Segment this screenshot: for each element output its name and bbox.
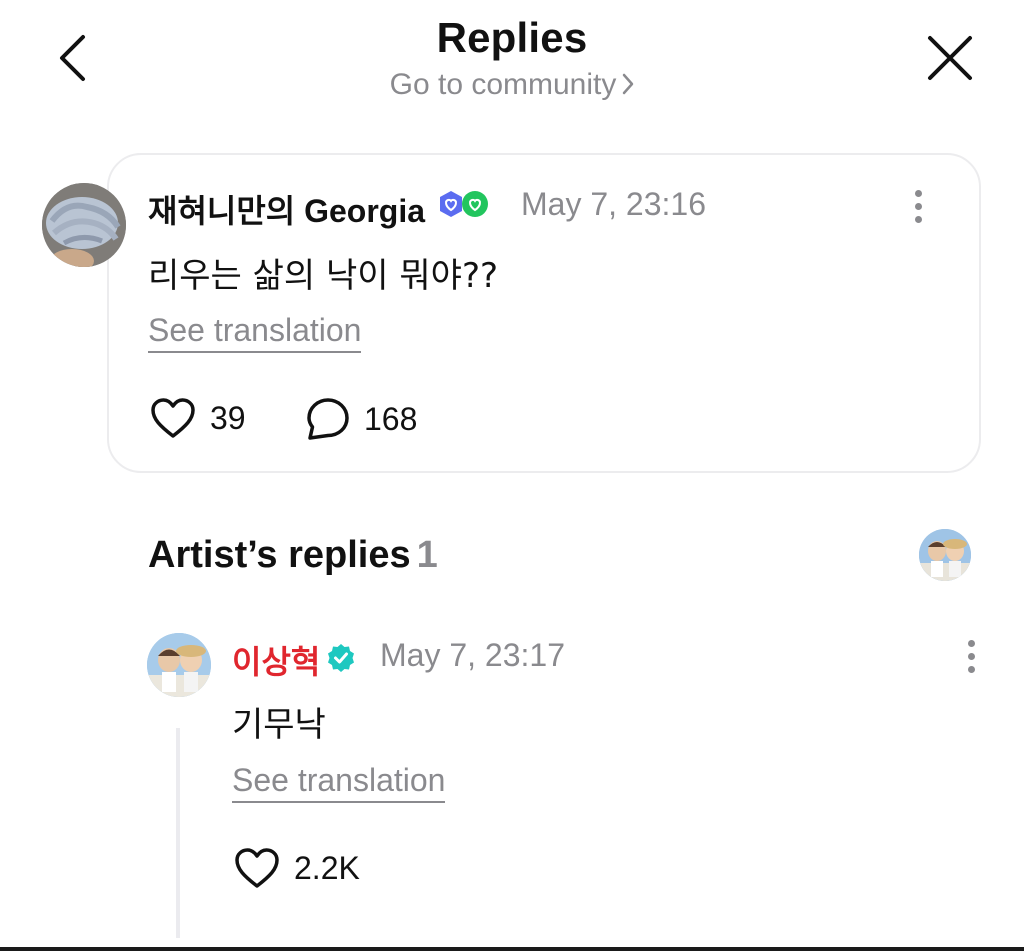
heart-badge-icon (462, 191, 488, 217)
post-body: 리우는 삶의 낙이 뭐야?? (148, 256, 499, 296)
comment-icon (307, 398, 349, 440)
reply-body: 기무낙 (232, 705, 326, 745)
membership-badges (437, 190, 489, 218)
page-title: Replies (436, 14, 588, 61)
close-button[interactable] (922, 30, 978, 86)
post-timestamp: May 7, 23:16 (521, 186, 706, 222)
artist-name[interactable]: 이상혁 (232, 637, 320, 683)
go-to-community-link[interactable]: Go to community (0, 68, 1024, 103)
community-link-label: Go to community (389, 68, 617, 101)
avatar-photo (42, 183, 126, 267)
artist-replies-count: 1 (416, 534, 438, 576)
post-author-avatar[interactable] (42, 183, 126, 267)
header: Replies Go to community (0, 0, 1024, 120)
avatar-photo (147, 633, 211, 697)
post-see-translation-link[interactable]: See translation (148, 312, 362, 353)
reply-more-options-button[interactable] (959, 634, 983, 678)
post-comment-button[interactable]: 168 (306, 397, 417, 441)
post-comment-count: 168 (364, 400, 418, 437)
post-like-button[interactable]: 39 (150, 397, 246, 439)
artist-avatar[interactable] (147, 633, 211, 697)
post-like-count: 39 (210, 399, 246, 436)
reply-like-count: 2.2K (294, 849, 360, 886)
verified-badge-icon (328, 644, 354, 672)
heart-icon (235, 848, 279, 888)
close-icon (928, 36, 972, 80)
reply-see-translation-link[interactable]: See translation (232, 762, 446, 803)
avatar-photo (919, 529, 971, 581)
post-author-name[interactable]: 재혀니만의 Georgia (148, 186, 425, 232)
reply-timestamp: May 7, 23:17 (380, 637, 565, 673)
reply-like-button[interactable]: 2.2K (234, 847, 360, 889)
chevron-right-icon (622, 69, 634, 103)
artist-avatar-small[interactable] (919, 529, 971, 581)
artist-replies-heading: Artist’s replies 1 (148, 534, 438, 577)
bottom-divider (0, 947, 1024, 951)
artist-replies-title: Artist’s replies (148, 534, 411, 576)
post-more-options-button[interactable] (906, 184, 930, 228)
thread-line (176, 728, 180, 938)
heart-icon (151, 398, 195, 438)
